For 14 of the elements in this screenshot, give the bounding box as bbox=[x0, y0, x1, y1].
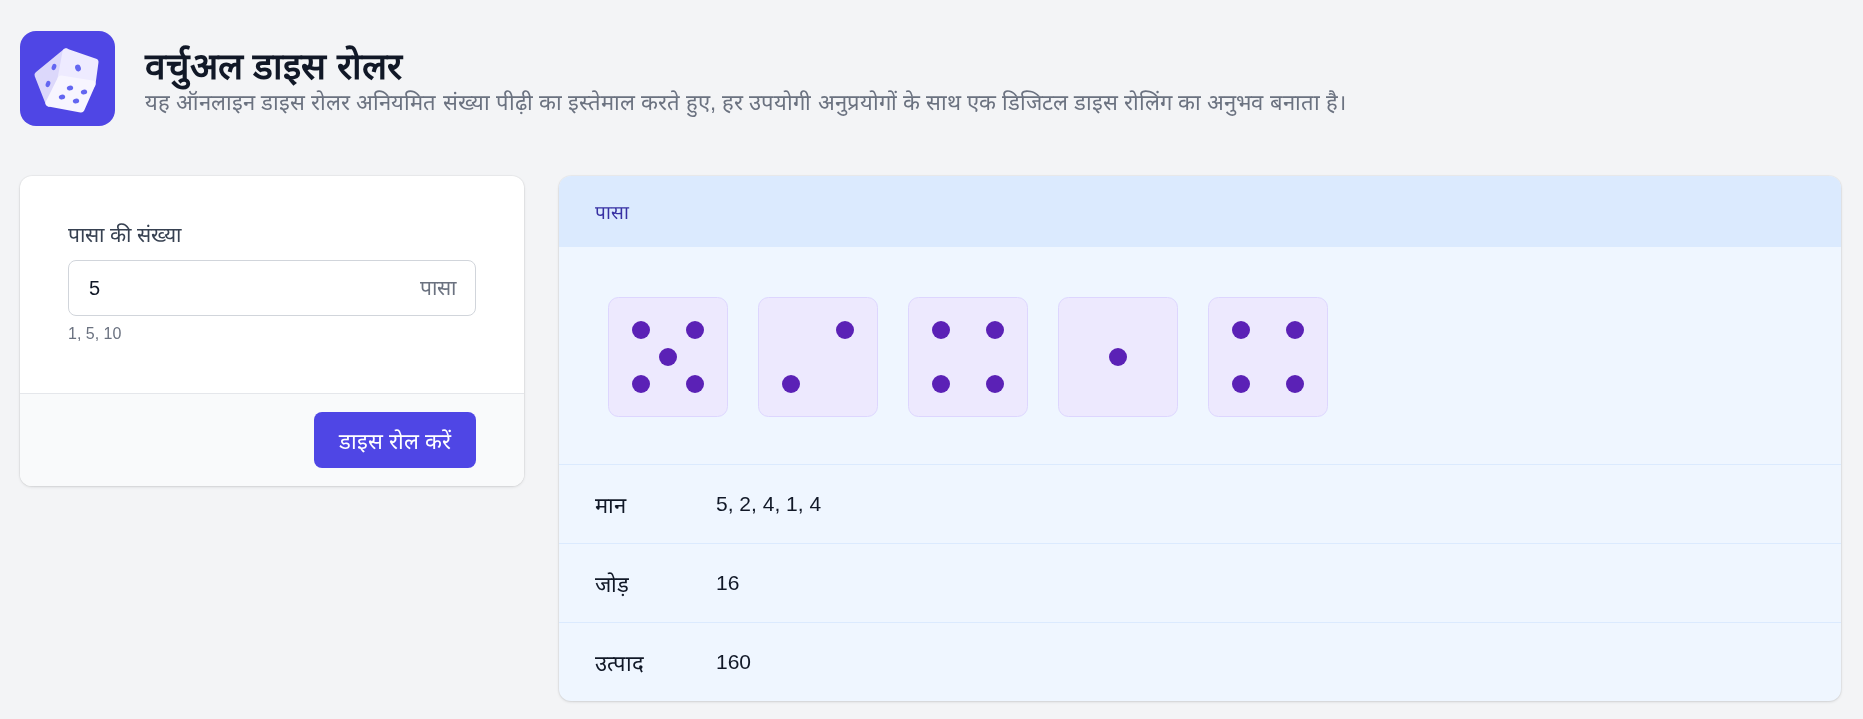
roll-dice-button[interactable]: डाइस रोल करें bbox=[313, 412, 476, 468]
stat-value: 5, 2, 4, 1, 4 bbox=[716, 492, 823, 516]
page-title: वर्चुअल डाइस रोलर bbox=[145, 45, 1346, 90]
stat-value: 160 bbox=[716, 650, 753, 674]
page-description: यह ऑनलाइन डाइस रोलर अनियमित संख्या पीढ़ी का इस्तेमाल करते हुए, हर उपयोगी अनुप्रयोगों के साथ एक डिजिटल डाइस रोलिंग का अनुभव बनाता है। bbox=[145, 90, 1346, 118]
dice-icon bbox=[20, 31, 115, 126]
stat-value: 16 bbox=[716, 571, 741, 595]
stat-label: उत्पाद bbox=[595, 650, 645, 677]
unit-label: पासा bbox=[420, 275, 456, 302]
field-label: पासा की संख्या bbox=[68, 222, 183, 248]
hint-text: 1, 5, 10 bbox=[68, 324, 123, 344]
stat-label: मान bbox=[595, 492, 628, 519]
stat-label: जोड़ bbox=[595, 571, 630, 598]
results-title: पासा bbox=[595, 200, 629, 225]
